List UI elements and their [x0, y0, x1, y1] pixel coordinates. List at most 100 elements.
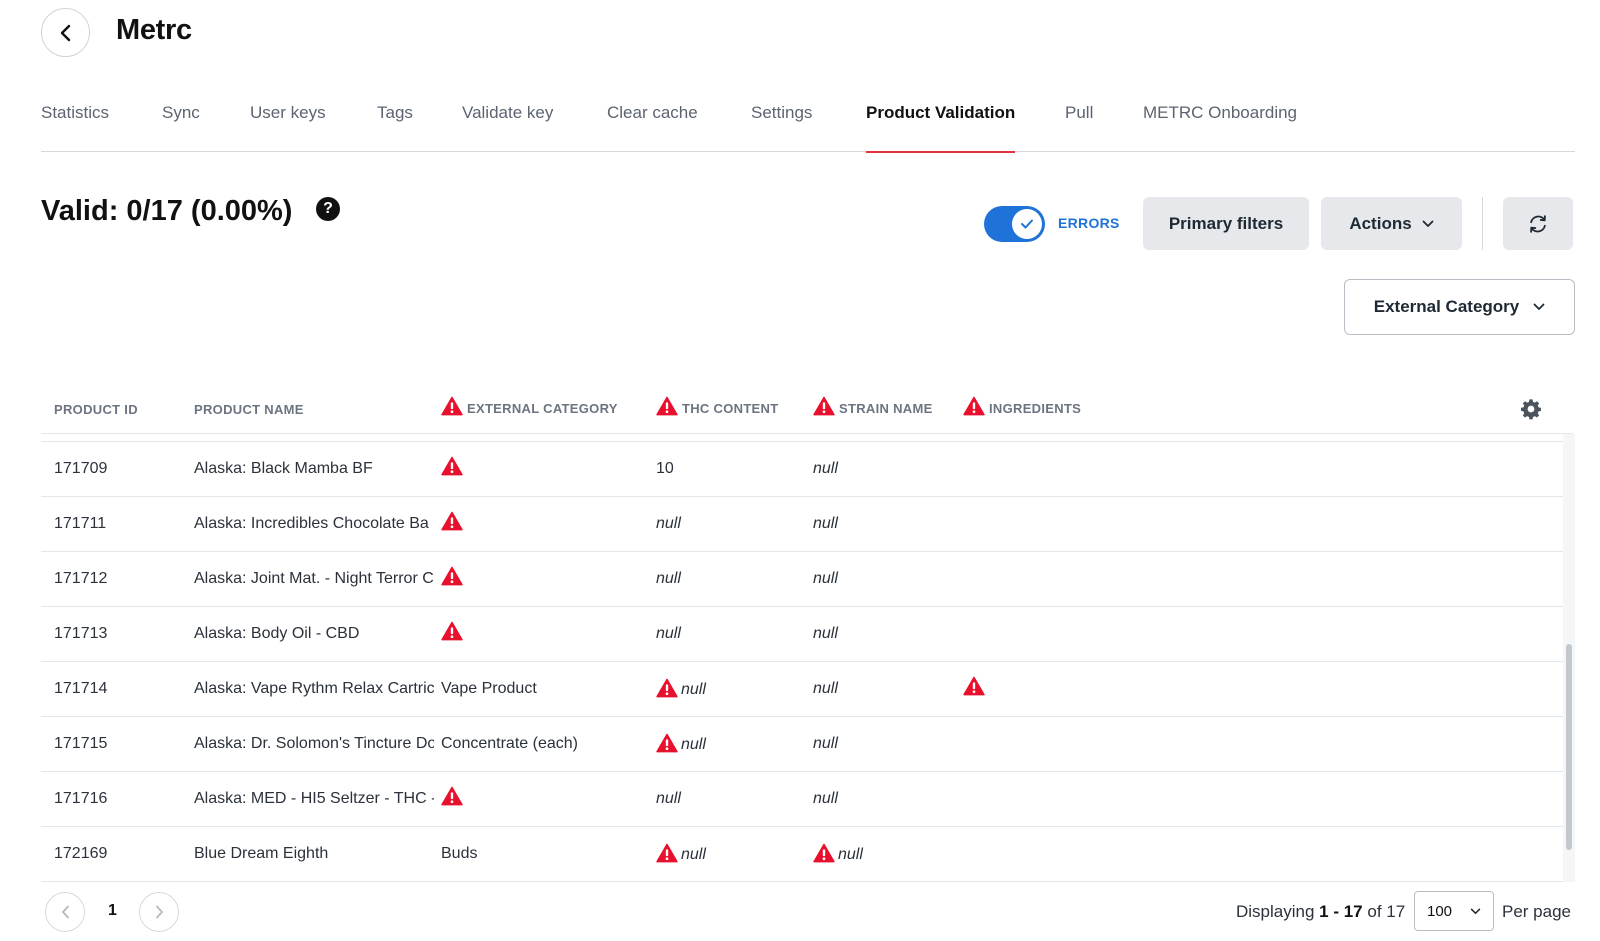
tab-user-keys[interactable]: User keys: [250, 103, 326, 152]
cell-product-id-text: 171713: [54, 625, 108, 642]
tab-settings[interactable]: Settings: [751, 103, 812, 152]
external-category-dropdown[interactable]: External Category: [1344, 279, 1575, 335]
table-row[interactable]: 171709 Alaska: Black Mamba BF 10 null: [41, 442, 1563, 497]
cell-thc-content: 10: [656, 460, 801, 478]
cell-thc-content-text: null: [681, 681, 706, 698]
cell-external-category: Buds: [441, 845, 646, 863]
errors-toggle-label[interactable]: ERRORS: [1058, 215, 1120, 231]
cell-product-name: Alaska: Body Oil - CBD: [194, 625, 434, 643]
cell-thc-content: null: [656, 515, 801, 533]
cell-external-category: Concentrate (each): [441, 735, 646, 753]
check-icon: [1021, 219, 1033, 229]
warning-icon: [441, 566, 463, 586]
tab-sync[interactable]: Sync: [162, 103, 200, 152]
warning-icon: [656, 678, 678, 698]
cell-thc-content: null: [656, 676, 801, 699]
cell-product-name-text: Blue Dream Eighth: [194, 845, 329, 862]
warning-icon: [441, 396, 463, 416]
errors-toggle[interactable]: [984, 206, 1045, 242]
cell-product-id: 171714: [54, 680, 174, 698]
warning-icon: [441, 456, 463, 476]
per-page-select[interactable]: 100: [1414, 891, 1494, 931]
primary-filters-button[interactable]: Primary filters: [1143, 197, 1309, 250]
cell-product-id-text: 171709: [54, 460, 108, 477]
tab-pull[interactable]: Pull: [1065, 103, 1093, 152]
cell-thc-content: null: [656, 570, 801, 588]
cell-thc-content: null: [656, 790, 801, 808]
cell-product-name-text: Alaska: Vape Rythm Relax Cartric: [194, 680, 434, 697]
cell-strain-name: null: [813, 841, 953, 864]
table-row[interactable]: 171712 Alaska: Joint Mat. - Night Terror …: [41, 552, 1563, 607]
cell-product-id-text: 171711: [54, 515, 107, 532]
warning-icon: [963, 396, 985, 416]
column-header-product-name[interactable]: PRODUCT NAME: [194, 402, 304, 417]
cell-strain-name-text: null: [813, 625, 838, 642]
cell-product-name: Alaska: Joint Mat. - Night Terror C: [194, 570, 434, 588]
cell-strain-name: null: [813, 515, 953, 533]
column-settings-button[interactable]: [1520, 398, 1542, 425]
cell-external-category: [441, 456, 646, 476]
cell-strain-name-text: null: [838, 846, 863, 863]
cell-product-id-text: 171716: [54, 790, 108, 807]
tab-metrc-onboarding[interactable]: METRC Onboarding: [1143, 103, 1297, 152]
table-row[interactable]: 171714 Alaska: Vape Rythm Relax Cartric Va…: [41, 662, 1563, 717]
cell-strain-name: null: [813, 570, 953, 588]
warning-icon: [656, 733, 678, 753]
table-row[interactable]: 172169 Blue Dream Eighth Buds null null: [41, 827, 1563, 882]
table-row[interactable]: 171715 Alaska: Dr. Solomon's Tincture Do C…: [41, 717, 1563, 772]
cell-strain-name: null: [813, 680, 953, 698]
tab-product-validation[interactable]: Product Validation: [866, 103, 1016, 153]
cell-strain-name-text: null: [813, 790, 838, 807]
cell-product-id: 171713: [54, 625, 174, 643]
help-icon[interactable]: ?: [316, 197, 340, 221]
cell-strain-name: null: [813, 790, 953, 808]
tab-validate-key[interactable]: Validate key: [462, 103, 553, 152]
cell-product-name: Alaska: Vape Rythm Relax Cartric: [194, 680, 434, 698]
table-row[interactable]: 171711 Alaska: Incredibles Chocolate Ba nu…: [41, 497, 1563, 552]
next-page-button[interactable]: [139, 892, 179, 932]
tab-tags[interactable]: Tags: [377, 103, 413, 152]
table-row[interactable]: 171716 Alaska: MED - HI5 Seltzer - THC - n…: [41, 772, 1563, 827]
cell-strain-name-text: null: [813, 735, 838, 752]
warning-icon: [963, 676, 985, 696]
cell-thc-content-text: null: [656, 790, 681, 807]
actions-label: Actions: [1349, 213, 1412, 233]
cell-thc-content-text: 10: [656, 460, 674, 477]
warning-icon: [813, 843, 835, 863]
cell-thc-content: null: [656, 731, 801, 754]
column-header-product-id[interactable]: PRODUCT ID: [54, 402, 138, 417]
column-header-ingredients[interactable]: INGREDIENTS: [963, 396, 1081, 416]
refresh-button[interactable]: [1503, 197, 1573, 250]
cell-product-name-text: Alaska: Black Mamba BF: [194, 460, 373, 477]
column-header-thc-content[interactable]: THC CONTENT: [656, 396, 778, 416]
chevron-right-icon: [155, 905, 163, 919]
previous-page-button[interactable]: [45, 892, 85, 932]
column-header-strain-name[interactable]: STRAIN NAME: [813, 396, 933, 416]
cell-product-name-text: Alaska: Joint Mat. - Night Terror C: [194, 570, 434, 587]
toolbar-divider: [1482, 197, 1483, 250]
back-button[interactable]: [41, 8, 90, 57]
cell-external-category-text: Buds: [441, 845, 478, 862]
cell-thc-content-text: null: [681, 846, 706, 863]
chevron-left-icon: [61, 905, 69, 919]
primary-filters-label: Primary filters: [1168, 213, 1284, 233]
warning-icon: [813, 396, 835, 416]
tab-bar: Statistics Sync User keys Tags Validate …: [41, 95, 1575, 153]
tab-clear-cache[interactable]: Clear cache: [607, 103, 698, 152]
cell-external-category: [441, 511, 646, 531]
table-scrollbar-thumb[interactable]: [1566, 644, 1572, 850]
table-row[interactable]: 171713 Alaska: Body Oil - CBD null null: [41, 607, 1563, 662]
table-header: PRODUCT ID PRODUCT NAME EXTERNAL CATEGOR…: [41, 390, 1573, 434]
tab-statistics[interactable]: Statistics: [41, 103, 109, 152]
actions-button[interactable]: Actions: [1321, 197, 1462, 250]
chevron-down-icon: [1470, 908, 1481, 914]
column-header-external-category[interactable]: EXTERNAL CATEGORY: [441, 396, 618, 416]
displaying-summary: Displaying 1 - 17 of 17: [1236, 902, 1406, 921]
cell-product-id-text: 172169: [54, 845, 108, 862]
cell-product-id: 171716: [54, 790, 174, 808]
table-body: 171709 Alaska: Black Mamba BF 10 null 171711…: [41, 441, 1563, 882]
warning-icon: [441, 786, 463, 806]
cell-strain-name-text: null: [813, 570, 838, 587]
chevron-down-icon: [1533, 303, 1545, 310]
current-page-number[interactable]: 1: [108, 902, 117, 920]
